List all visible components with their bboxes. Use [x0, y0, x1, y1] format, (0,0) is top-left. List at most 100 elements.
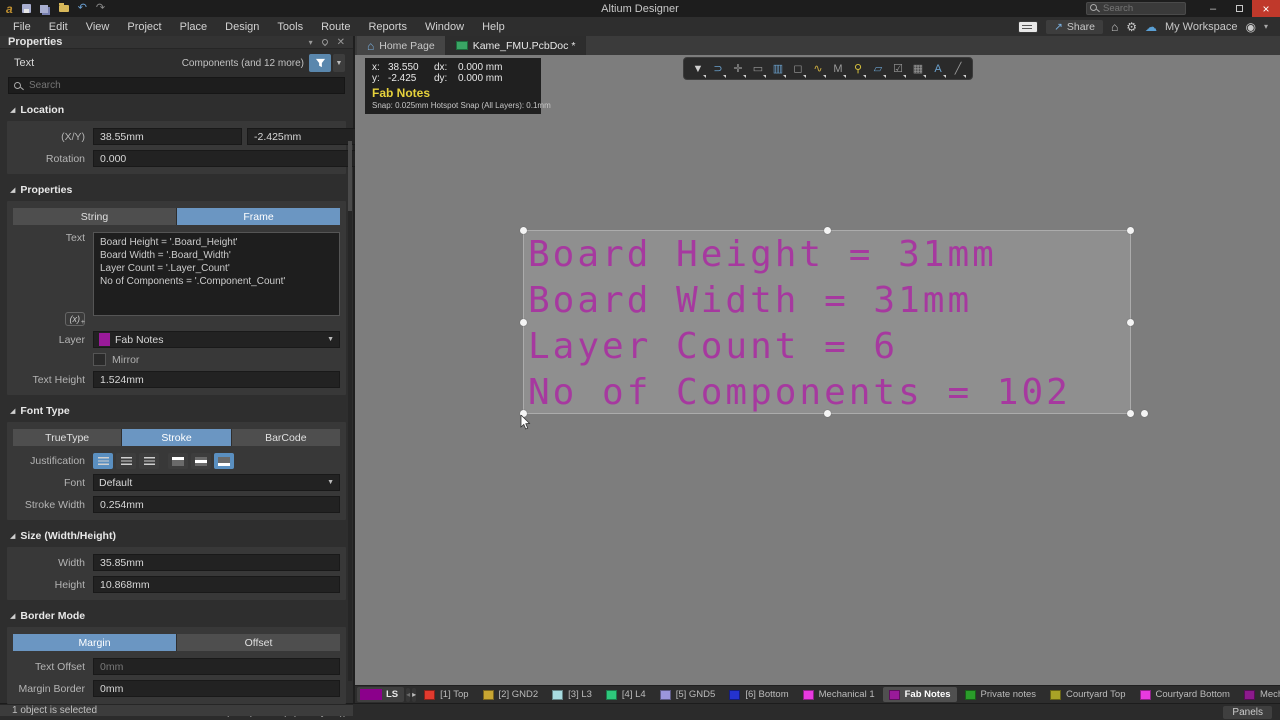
global-search-input[interactable] — [1086, 2, 1186, 15]
pcb-canvas[interactable]: x:38.550 dx:0.000 mm y:-2.425 dy:0.000 m… — [355, 55, 1280, 685]
text-height-field[interactable] — [93, 371, 340, 388]
comment-icon[interactable] — [1018, 21, 1038, 33]
selection-handle[interactable] — [1127, 227, 1134, 234]
justify-right-button[interactable] — [139, 453, 159, 469]
text-content-area[interactable]: Board Height = '.Board_Height' Board Wid… — [93, 232, 340, 316]
layer-tab-private-notes[interactable]: Private notes — [959, 687, 1042, 702]
layer-tab-gnd5[interactable]: [5] GND5 — [654, 687, 722, 702]
menu-item[interactable]: Tools — [268, 19, 312, 35]
scroll-right-icon[interactable]: ▸ — [412, 688, 416, 702]
line-icon[interactable]: ╱ — [949, 60, 967, 78]
menu-item[interactable]: Window — [416, 19, 473, 35]
panels-button[interactable]: Panels — [1223, 706, 1272, 719]
gear-icon[interactable]: ⚙ — [1126, 20, 1137, 34]
height-field[interactable] — [93, 576, 340, 593]
selection-rect-icon[interactable]: ▭ — [749, 60, 767, 78]
share-button[interactable]: ↗ Share — [1046, 20, 1103, 34]
selection-handle[interactable] — [1127, 410, 1134, 417]
home-icon[interactable]: ⌂ — [1111, 20, 1118, 34]
layer-tab-courtyard-bottom[interactable]: Courtyard Bottom — [1134, 687, 1236, 702]
menu-item[interactable]: Help — [473, 19, 514, 35]
panel-menu-icon[interactable]: ▾ — [309, 38, 313, 47]
text-icon[interactable]: A — [929, 60, 947, 78]
justify-middle-button[interactable] — [191, 453, 211, 469]
pad-icon[interactable]: ◻ — [789, 60, 807, 78]
workspace-label[interactable]: My Workspace — [1165, 21, 1238, 33]
route-icon[interactable]: ∿ — [809, 60, 827, 78]
tab-truetype[interactable]: TrueType — [13, 429, 122, 446]
justify-center-button[interactable] — [116, 453, 136, 469]
via-icon[interactable]: ⚲ — [849, 60, 867, 78]
graph-icon[interactable]: ▦ — [909, 60, 927, 78]
layer-tab-mechanical-6[interactable]: Mechanical 6 — [1238, 687, 1280, 702]
text-offset-field[interactable] — [93, 658, 340, 675]
menu-item[interactable]: Project — [118, 19, 170, 35]
polygon-icon[interactable]: ▱ — [869, 60, 887, 78]
close-button[interactable]: × — [1252, 0, 1280, 17]
layer-dropdown[interactable]: Fab Notes ▼ — [93, 331, 340, 348]
selection-handle[interactable] — [1127, 319, 1134, 326]
location-section-header[interactable]: ◢ Location — [0, 94, 353, 119]
layer-tab-bottom[interactable]: [6] Bottom — [723, 687, 794, 702]
panel-search-input[interactable] — [8, 77, 345, 94]
tab-offset[interactable]: Offset — [177, 634, 340, 651]
margin-border-field[interactable] — [93, 680, 340, 697]
selection-handle[interactable] — [1141, 410, 1148, 417]
layer-tab-l4[interactable]: [4] L4 — [600, 687, 652, 702]
properties-section-header[interactable]: ◢ Properties — [0, 174, 353, 199]
menu-item[interactable]: View — [77, 19, 119, 35]
tab-margin[interactable]: Margin — [13, 634, 177, 651]
justify-left-button[interactable] — [93, 453, 113, 469]
minimize-button[interactable]: – — [1200, 0, 1226, 17]
selection-handle[interactable] — [520, 319, 527, 326]
room-icon[interactable]: ☑ — [889, 60, 907, 78]
stroke-width-field[interactable] — [93, 496, 340, 513]
maximize-button[interactable] — [1226, 0, 1252, 17]
menu-item[interactable]: Design — [216, 19, 268, 35]
selection-handle[interactable] — [824, 227, 831, 234]
layer-tab-gnd2[interactable]: [2] GND2 — [477, 687, 545, 702]
menu-item[interactable]: File — [4, 19, 40, 35]
menu-item[interactable]: Route — [312, 19, 359, 35]
x-field[interactable] — [93, 128, 242, 145]
layer-tab-fab-notes[interactable]: Fab Notes — [883, 687, 957, 702]
font-type-section-header[interactable]: ◢ Font Type — [0, 395, 353, 420]
selection-handle[interactable] — [824, 410, 831, 417]
tab-stroke[interactable]: Stroke — [122, 429, 231, 446]
bars-icon[interactable]: ▥ — [769, 60, 787, 78]
menu-item[interactable]: Reports — [359, 19, 416, 35]
font-dropdown[interactable]: Default ▼ — [93, 474, 340, 491]
tab-barcode[interactable]: BarCode — [232, 429, 340, 446]
layer-tab-courtyard-top[interactable]: Courtyard Top — [1044, 687, 1132, 702]
panel-scrollbar[interactable] — [348, 141, 352, 681]
filter-dropdown-button[interactable]: ▼ — [333, 54, 345, 72]
justify-bottom-button[interactable] — [214, 453, 234, 469]
panel-close-icon[interactable]: ✕ — [337, 37, 345, 48]
filter-button[interactable] — [309, 54, 331, 72]
width-field[interactable] — [93, 554, 340, 571]
menu-item[interactable]: Place — [171, 19, 217, 35]
selection-handle[interactable] — [520, 227, 527, 234]
tab-home-page[interactable]: ⌂ Home Page — [357, 36, 446, 55]
special-string-button[interactable]: (x) — [65, 312, 86, 326]
magnet-icon[interactable]: ⊃ — [709, 60, 727, 78]
size-section-header[interactable]: ◢ Size (Width/Height) — [0, 520, 353, 545]
justify-top-button[interactable] — [168, 453, 188, 469]
tab-pcbdoc[interactable]: Kame_FMU.PcbDoc * — [446, 36, 587, 55]
layer-tab-top[interactable]: [1] Top — [418, 687, 474, 702]
scroll-left-icon[interactable]: ◂ — [406, 688, 410, 702]
mirror-checkbox[interactable] — [93, 353, 106, 366]
menu-item[interactable]: Edit — [40, 19, 77, 35]
selected-text-frame[interactable]: Board Height = 31mmBoard Width = 31mmLay… — [523, 230, 1131, 414]
meander-icon[interactable]: M — [829, 60, 847, 78]
pin-icon[interactable] — [320, 38, 328, 46]
user-icon[interactable]: ◉ — [1246, 20, 1256, 34]
border-mode-section-header[interactable]: ◢ Border Mode — [0, 600, 353, 625]
crosshair-icon[interactable]: ✛ — [729, 60, 747, 78]
layer-tab-mechanical-1[interactable]: Mechanical 1 — [797, 687, 881, 702]
layer-set-chip[interactable]: LS — [357, 687, 404, 702]
filter-icon[interactable]: ▼ — [689, 60, 707, 78]
tab-frame[interactable]: Frame — [177, 208, 340, 225]
layer-tab-l3[interactable]: [3] L3 — [546, 687, 598, 702]
tab-string[interactable]: String — [13, 208, 177, 225]
